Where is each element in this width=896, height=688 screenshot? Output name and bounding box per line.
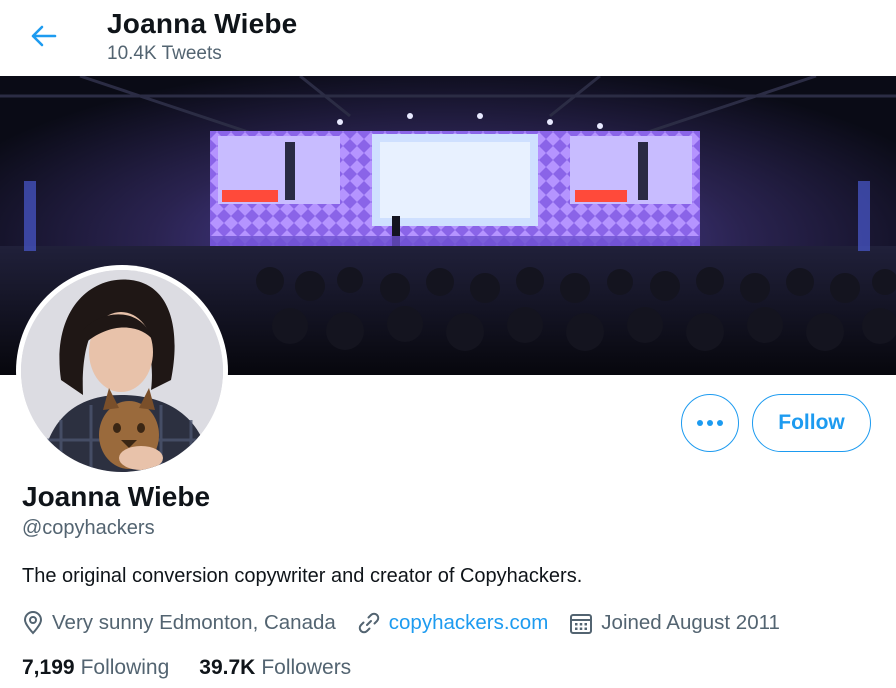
location-pin-icon: [23, 611, 43, 635]
followers-label: Followers: [261, 656, 352, 679]
following-link[interactable]: 7,199 Following: [22, 656, 169, 680]
followers-link[interactable]: 39.7K Followers: [199, 656, 351, 680]
link-icon: [358, 612, 380, 634]
header-tweet-count: 10.4K Tweets: [107, 43, 222, 64]
header-name: Joanna Wiebe: [107, 8, 298, 39]
location-item: Very sunny Edmonton, Canada: [22, 611, 336, 635]
followers-count: 39.7K: [199, 656, 256, 679]
website-item[interactable]: copyhackers.com: [357, 611, 549, 635]
profile-display-name: Joanna Wiebe: [22, 481, 211, 512]
calendar-icon: [570, 614, 593, 634]
back-button[interactable]: [22, 14, 66, 58]
profile-handle: @copyhackers: [22, 517, 155, 539]
avatar[interactable]: [16, 265, 228, 477]
profile-stats-row: 7,199 Following 39.7K Followers: [22, 656, 351, 680]
profile-bio: The original conversion copywriter and c…: [22, 565, 583, 587]
following-label: Following: [80, 656, 170, 679]
profile-header-bar: Joanna Wiebe 10.4K Tweets: [0, 0, 896, 76]
website-link[interactable]: copyhackers.com: [389, 611, 549, 635]
joined-item: Joined August 2011: [569, 611, 780, 635]
more-options-button[interactable]: [681, 394, 739, 452]
arrow-left-icon: [31, 25, 57, 47]
following-count: 7,199: [22, 656, 75, 679]
joined-text: Joined August 2011: [601, 611, 780, 634]
more-horizontal-icon: [697, 420, 723, 426]
profile-meta-row: Very sunny Edmonton, Canada copyhackers.…: [22, 608, 780, 638]
location-text: Very sunny Edmonton, Canada: [52, 611, 336, 634]
follow-button[interactable]: Follow: [752, 394, 871, 452]
avatar-photo: [21, 270, 223, 472]
